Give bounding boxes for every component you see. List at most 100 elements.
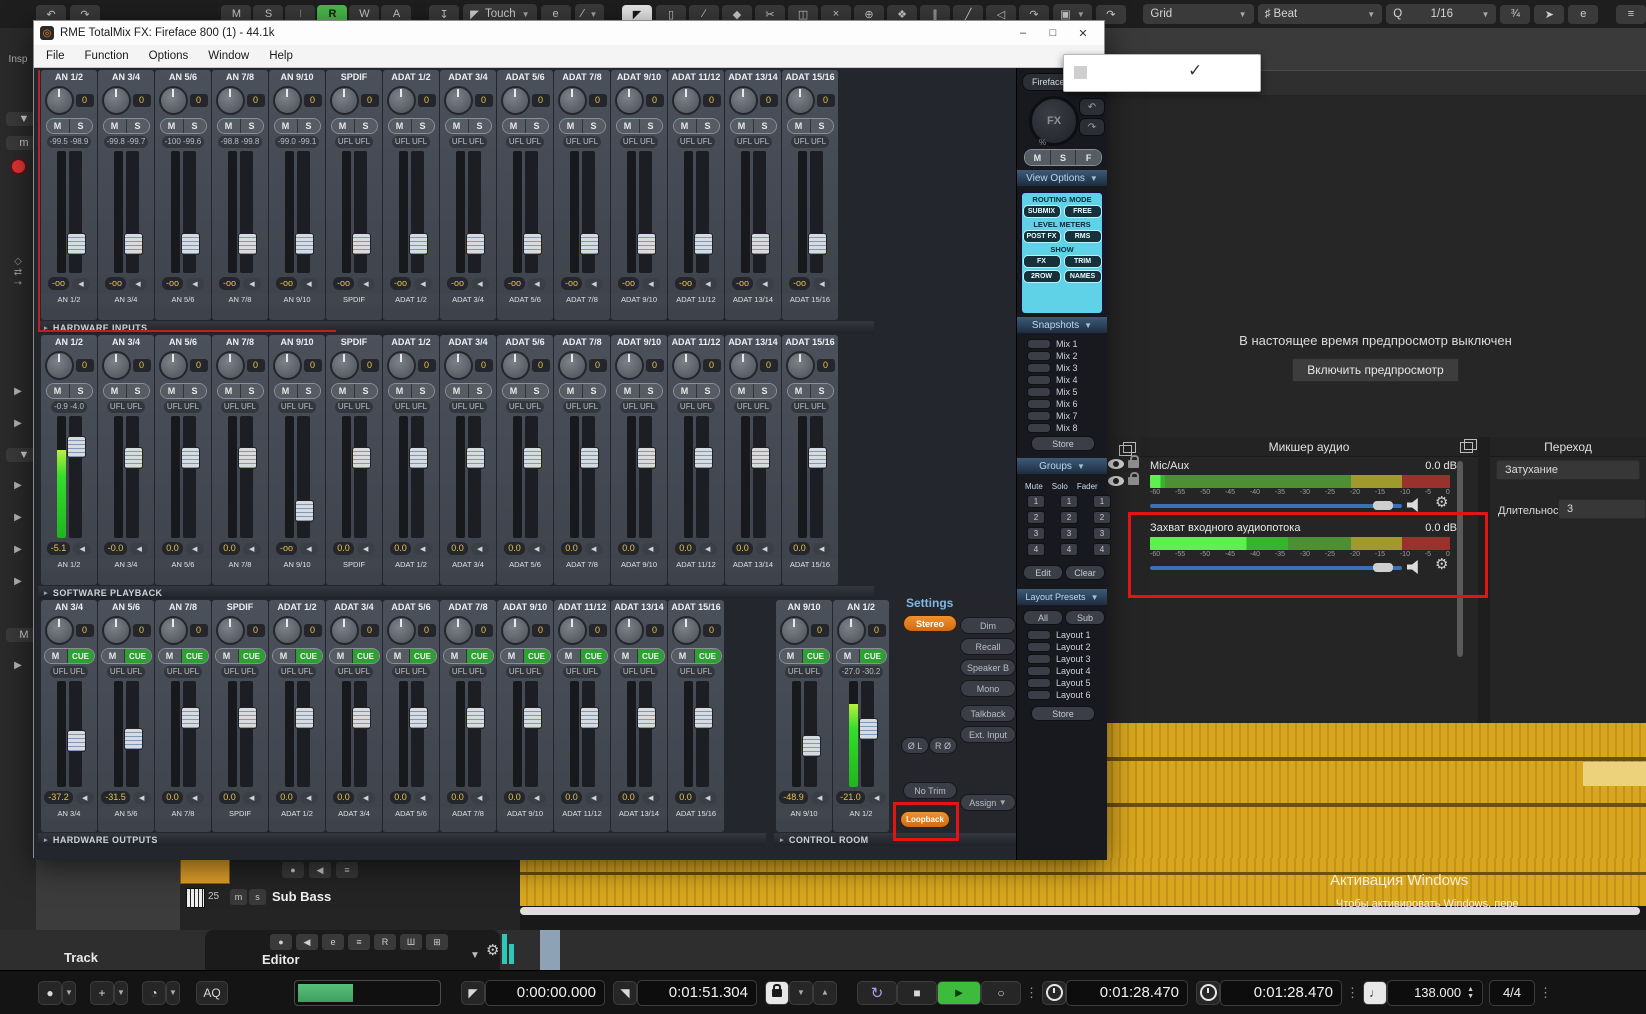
group-cell[interactable]: 2 bbox=[1093, 511, 1111, 524]
solo-button[interactable]: S bbox=[240, 119, 263, 133]
layout-row[interactable]: Layout 5 bbox=[1027, 677, 1107, 688]
source-visible-icon[interactable] bbox=[1108, 476, 1124, 486]
editor-toolbar-button[interactable]: e bbox=[322, 934, 344, 950]
mute-button[interactable]: M bbox=[674, 384, 696, 398]
fader[interactable] bbox=[798, 151, 823, 273]
group-cell[interactable]: 3 bbox=[1060, 527, 1078, 540]
mute-button[interactable]: M bbox=[837, 649, 859, 663]
pan-control[interactable]: ◀ bbox=[642, 278, 660, 290]
fader[interactable] bbox=[57, 681, 82, 787]
group-cell[interactable]: 2 bbox=[1027, 511, 1045, 524]
pan-knob[interactable] bbox=[216, 86, 245, 115]
view-options-header[interactable]: View Options▼ bbox=[1017, 170, 1107, 186]
pan-control[interactable]: ◀ bbox=[129, 278, 147, 290]
mute-button[interactable]: M bbox=[731, 119, 753, 133]
pan-control[interactable]: ◀ bbox=[811, 792, 829, 804]
fader-cap[interactable] bbox=[352, 707, 371, 729]
volume-slider[interactable] bbox=[1150, 504, 1402, 508]
fader[interactable] bbox=[228, 681, 253, 787]
fader-cap[interactable] bbox=[523, 233, 542, 255]
pan-control[interactable]: ◀ bbox=[130, 543, 148, 555]
track-solo-button[interactable]: s bbox=[249, 889, 266, 905]
fader-cap[interactable] bbox=[238, 707, 257, 729]
solo-button[interactable]: CUE bbox=[802, 649, 829, 663]
layout-select-chip[interactable] bbox=[1027, 690, 1051, 700]
fader[interactable] bbox=[456, 416, 481, 538]
solo-button[interactable]: S bbox=[183, 384, 206, 398]
fader[interactable] bbox=[399, 151, 424, 273]
pan-knob[interactable] bbox=[216, 351, 245, 380]
transition-dock-header[interactable]: Переход bbox=[1490, 437, 1646, 457]
mute-button[interactable]: M bbox=[503, 119, 525, 133]
snapshot-row[interactable]: Mix 7 bbox=[1027, 410, 1107, 421]
layout-row[interactable]: Layout 2 bbox=[1027, 641, 1107, 652]
expand-arrow-7[interactable]: ▶ bbox=[4, 660, 32, 671]
fader[interactable] bbox=[57, 151, 82, 273]
fader[interactable] bbox=[228, 151, 253, 273]
tempo-display[interactable]: 138.000▲▼ bbox=[1387, 980, 1483, 1006]
fader[interactable] bbox=[627, 151, 652, 273]
fader-cap[interactable] bbox=[67, 436, 86, 458]
arrangement-events-right[interactable] bbox=[1105, 723, 1646, 858]
talkback-button[interactable]: Talkback bbox=[960, 705, 1016, 722]
free-button[interactable]: FREE bbox=[1064, 205, 1102, 218]
pan-control[interactable]: ◀ bbox=[243, 792, 261, 804]
snapshot-select-chip[interactable] bbox=[1027, 411, 1051, 421]
pan-knob[interactable] bbox=[387, 86, 416, 115]
editor-toolbar-button[interactable]: R bbox=[374, 934, 396, 950]
fader[interactable] bbox=[741, 151, 766, 273]
expand-arrow-2[interactable]: ▶ bbox=[4, 418, 32, 429]
fader-cap[interactable] bbox=[352, 233, 371, 255]
secondary-time-display[interactable]: 0:01:28.470 bbox=[1220, 980, 1342, 1006]
pan-knob[interactable] bbox=[558, 616, 587, 645]
solo-button[interactable]: S bbox=[297, 384, 320, 398]
pan-control[interactable]: ◀ bbox=[243, 543, 261, 555]
snapshot-row[interactable]: Mix 8 bbox=[1027, 422, 1107, 433]
pan-knob[interactable] bbox=[102, 86, 131, 115]
pan-control[interactable]: ◀ bbox=[699, 543, 717, 555]
assign-button[interactable]: Assign ▼ bbox=[960, 794, 1016, 811]
fader-cap[interactable] bbox=[694, 233, 713, 255]
menu-function[interactable]: Function bbox=[85, 50, 129, 62]
pan-control[interactable]: ◀ bbox=[186, 792, 204, 804]
fader[interactable] bbox=[399, 416, 424, 538]
pan-control[interactable]: ◀ bbox=[699, 278, 717, 290]
group-cell[interactable]: 3 bbox=[1027, 527, 1045, 540]
solo-button[interactable]: S bbox=[639, 384, 662, 398]
loopback-button[interactable]: Loopback bbox=[900, 811, 950, 828]
grid-value-select[interactable]: ♯ Beat▼ bbox=[1258, 4, 1383, 24]
layout-presets-header[interactable]: Layout Presets▼ bbox=[1017, 589, 1107, 605]
solo-button[interactable]: S bbox=[525, 384, 548, 398]
expand-arrow-6[interactable]: ▶ bbox=[4, 576, 32, 587]
pan-knob[interactable] bbox=[729, 351, 758, 380]
stereo-button[interactable]: Stereo bbox=[903, 615, 957, 632]
mute-button[interactable]: M bbox=[332, 119, 354, 133]
fader-cap[interactable] bbox=[181, 707, 200, 729]
mute-button[interactable]: M bbox=[560, 119, 582, 133]
solo-button[interactable]: S bbox=[696, 384, 719, 398]
fader-cap[interactable] bbox=[124, 728, 143, 750]
pan-control[interactable]: ◀ bbox=[357, 792, 375, 804]
mute-button[interactable]: M bbox=[788, 384, 810, 398]
locator-right-icon[interactable]: ◥ bbox=[613, 981, 637, 1005]
solo-button[interactable]: CUE bbox=[409, 649, 436, 663]
fader-cap[interactable] bbox=[238, 447, 257, 469]
trim-button[interactable]: TRIM bbox=[1064, 255, 1102, 268]
rms-button[interactable]: RMS bbox=[1064, 230, 1102, 243]
pan-control[interactable]: ◀ bbox=[186, 543, 204, 555]
solo-button[interactable]: CUE bbox=[352, 649, 379, 663]
fader[interactable] bbox=[570, 681, 595, 787]
stop-button[interactable]: ■ bbox=[897, 981, 937, 1005]
pan-knob[interactable] bbox=[273, 351, 302, 380]
clip-button[interactable]: ● bbox=[282, 862, 304, 878]
fader[interactable] bbox=[798, 416, 823, 538]
mute-button[interactable]: M bbox=[780, 649, 802, 663]
mute-button[interactable]: M bbox=[161, 384, 183, 398]
pan-knob[interactable] bbox=[558, 86, 587, 115]
pan-control[interactable]: ◀ bbox=[357, 278, 375, 290]
mute-button[interactable]: M bbox=[387, 649, 409, 663]
fader-cap[interactable] bbox=[295, 233, 314, 255]
speaker-b-button[interactable]: Speaker B bbox=[960, 659, 1016, 676]
solo-button[interactable]: CUE bbox=[238, 649, 265, 663]
mute-button[interactable]: M bbox=[615, 649, 637, 663]
